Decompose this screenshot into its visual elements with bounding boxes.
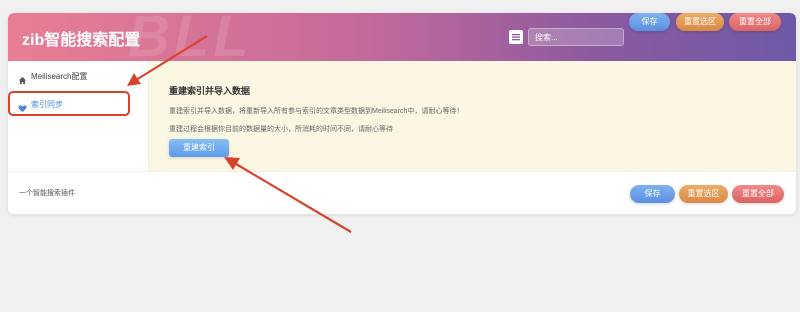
footer-reset-selection-button[interactable]: 重置选区 <box>679 185 728 203</box>
page-title: zib智能搜索配置 <box>22 32 141 49</box>
rebuild-index-button[interactable]: 重建索引 <box>169 139 229 157</box>
search-input[interactable] <box>528 28 624 46</box>
header-save-button[interactable]: 保存 <box>629 13 670 31</box>
header-bar: BLL zib智能搜索配置 保存 重置选区 重置全部 <box>8 13 796 69</box>
footer-save-button[interactable]: 保存 <box>630 185 675 203</box>
footer-bar: 一个智能搜索插件 保存 重置选区 重置全部 <box>8 171 796 214</box>
header-reset-all-button[interactable]: 重置全部 <box>729 13 781 31</box>
main-content: 重建索引并导入数据 重建索引并导入数据，将重新导入所有参与索引的文章类型数据到M… <box>149 61 796 171</box>
list-icon[interactable] <box>509 30 523 44</box>
footer-reset-all-button[interactable]: 重置全部 <box>732 185 784 203</box>
description-text: 重建过程会根据你目前的数据量的大小，所消耗的时间不同，请耐心等待 <box>169 126 393 133</box>
section-title: 重建索引并导入数据 <box>169 86 251 96</box>
description-text: 重建索引并导入数据，将重新导入所有参与索引的文章类型数据到Meilisearch… <box>169 108 464 115</box>
sidebar-item-label: Meilisearch配置 <box>31 72 88 81</box>
sidebar: Meilisearch配置 索引同步 <box>8 61 149 171</box>
sidebar-item-meilisearch-config[interactable]: Meilisearch配置 <box>8 66 148 88</box>
plugin-description: 一个智能搜索插件 <box>19 190 75 197</box>
header-reset-selection-button[interactable]: 重置选区 <box>676 13 724 31</box>
annotation-highlight-box <box>8 91 130 116</box>
